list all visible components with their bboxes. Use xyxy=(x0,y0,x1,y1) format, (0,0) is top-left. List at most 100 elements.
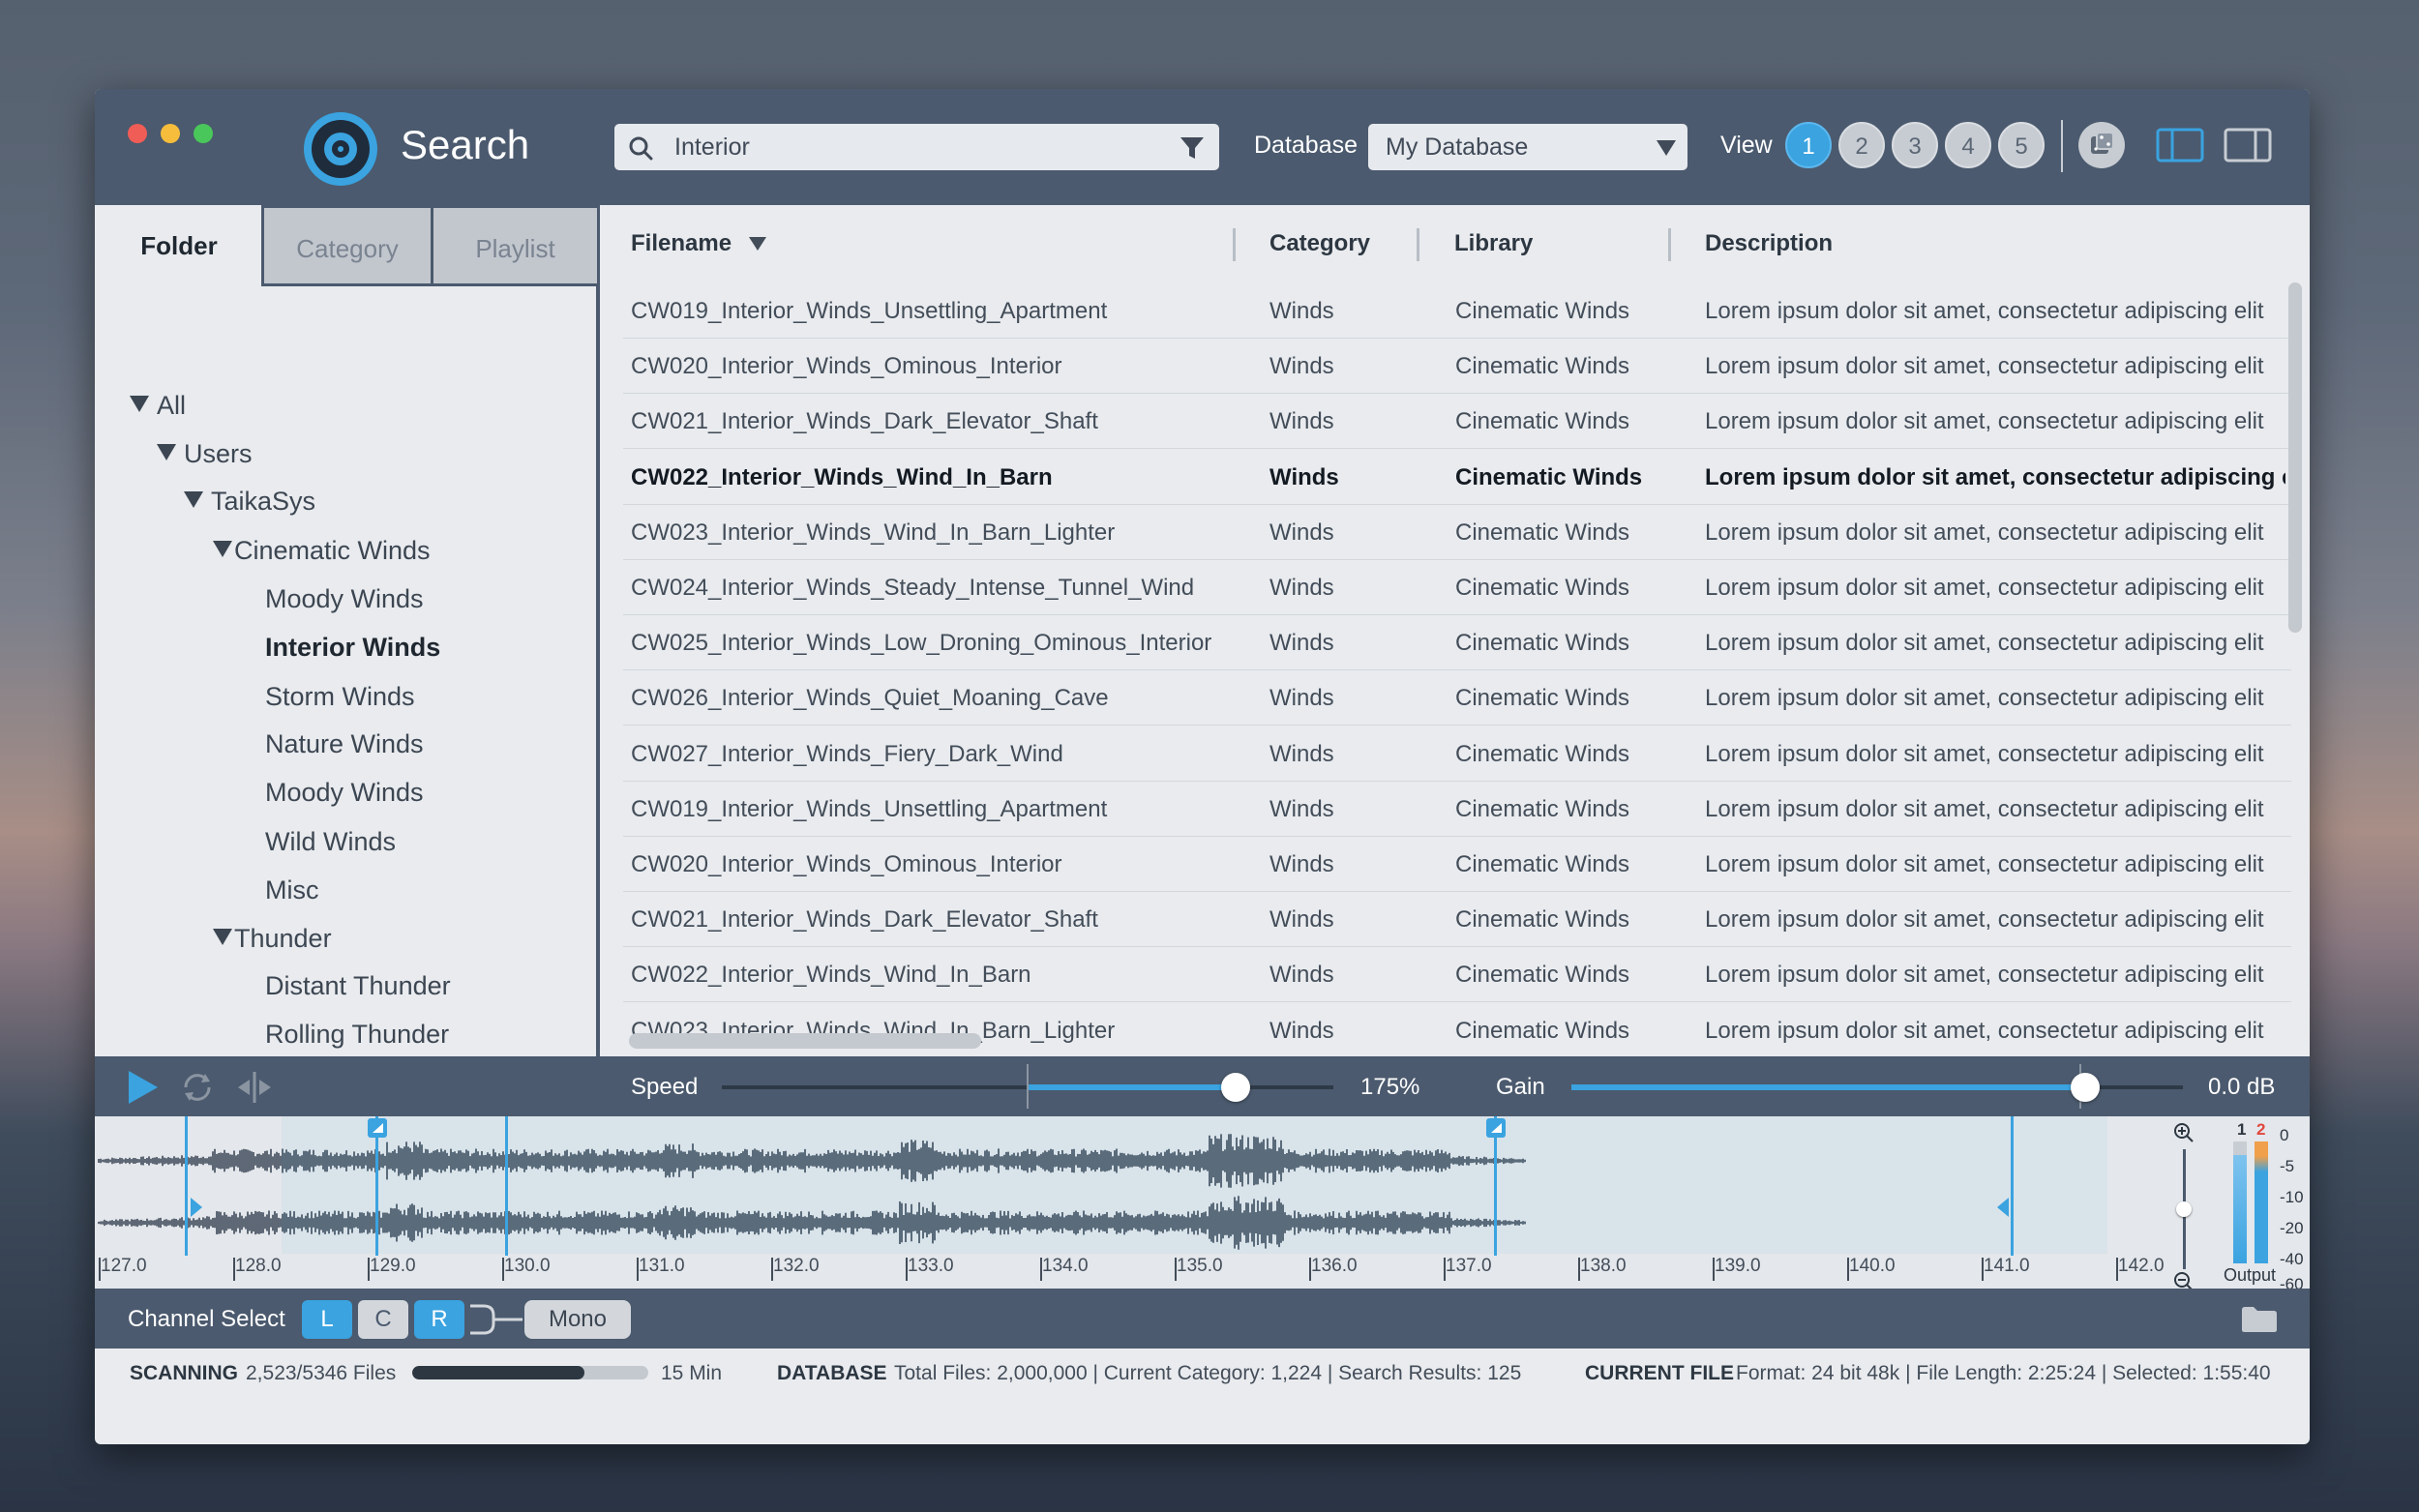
table-row[interactable]: CW021_Interior_Winds_Dark_Elevator_Shaft… xyxy=(623,393,2291,450)
zoom-window-button[interactable] xyxy=(194,124,213,143)
filename-cell: CW026_Interior_Winds_Quiet_Moaning_Cave xyxy=(631,685,1109,712)
selection-region[interactable] xyxy=(282,1116,2107,1254)
tree-item-storm-winds[interactable]: Storm Winds xyxy=(265,682,415,712)
tab-category[interactable]: Category xyxy=(261,205,433,286)
selection-start-handle-icon[interactable] xyxy=(191,1198,202,1217)
tree-item-moody-winds[interactable]: Moody Winds xyxy=(265,584,424,614)
view-button-2[interactable]: 2 xyxy=(1838,122,1885,168)
title-bar: Search Database My Database View 1 2 3 4… xyxy=(95,89,2310,205)
marker-flag-icon[interactable] xyxy=(1486,1118,1506,1138)
column-divider[interactable] xyxy=(1233,228,1236,261)
waveform-view[interactable]: 1 2 0 -5 -10 -20 -40 -60 Output 127.0 128… xyxy=(95,1116,2310,1293)
folder-icon[interactable] xyxy=(2241,1306,2278,1333)
tree-item-all[interactable]: All xyxy=(130,391,186,421)
mono-connector-icon xyxy=(470,1304,523,1335)
status-bar: SCANNING 2,523/5346 Files 15 Min DATABAS… xyxy=(95,1349,2310,1397)
tree-item-moody-winds-2[interactable]: Moody Winds xyxy=(265,778,424,808)
gain-slider-thumb[interactable] xyxy=(2070,1073,2100,1102)
vertical-scrollbar[interactable] xyxy=(2288,282,2302,633)
description-cell: Lorem ipsum dolor sit amet, consectetur … xyxy=(1705,463,2285,490)
horizontal-scrollbar[interactable] xyxy=(629,1033,981,1049)
tree-item-taikasys[interactable]: TaikaSys xyxy=(184,487,315,517)
table-row[interactable]: CW019_Interior_Winds_Unsettling_Apartmen… xyxy=(623,282,2291,339)
table-row[interactable]: CW023_Interior_Winds_Wind_In_Barn_Lighte… xyxy=(623,1002,2291,1058)
tree-item-misc[interactable]: Misc xyxy=(265,875,319,905)
tab-playlist[interactable]: Playlist xyxy=(431,205,600,286)
library-cell: Cinematic Winds xyxy=(1455,795,1630,822)
tree-item-distant-thunder[interactable]: Distant Thunder xyxy=(265,971,451,1001)
channel-right-button[interactable]: R xyxy=(414,1300,464,1339)
filter-icon[interactable] xyxy=(1179,134,1206,162)
play-icon[interactable] xyxy=(126,1068,161,1107)
table-row[interactable]: CW019_Interior_Winds_Unsettling_Apartmen… xyxy=(623,781,2291,837)
random-button[interactable] xyxy=(2078,122,2125,168)
layout-sidebar-left-icon[interactable] xyxy=(2156,128,2204,163)
gain-label: Gain xyxy=(1496,1074,1545,1100)
meter-scale-label: -20 xyxy=(2280,1219,2304,1237)
database-select[interactable]: My Database xyxy=(1368,124,1687,170)
view-button-1[interactable]: 1 xyxy=(1785,122,1832,168)
view-button-4[interactable]: 4 xyxy=(1945,122,1991,168)
expanded-triangle-icon[interactable] xyxy=(213,541,232,557)
zoom-in-icon[interactable] xyxy=(2173,1122,2195,1143)
selection-end-line[interactable] xyxy=(2011,1116,2014,1256)
table-row[interactable]: CW020_Interior_Winds_Ominous_Interior Win… xyxy=(623,836,2291,892)
ruler-label: 131.0 xyxy=(639,1256,685,1276)
expanded-triangle-icon[interactable] xyxy=(213,929,232,945)
library-cell: Cinematic Winds xyxy=(1455,906,1630,934)
tree-item-cinematic-winds[interactable]: Cinematic Winds xyxy=(213,536,431,566)
close-window-button[interactable] xyxy=(128,124,147,143)
table-row[interactable]: CW023_Interior_Winds_Wind_In_Barn_Lighte… xyxy=(623,504,2291,560)
mono-button[interactable]: Mono xyxy=(524,1300,631,1339)
column-header-library[interactable]: Library xyxy=(1454,230,1533,257)
tree-item-interior-winds[interactable]: Interior Winds xyxy=(265,633,440,663)
library-cell: Cinematic Winds xyxy=(1455,463,1643,490)
ruler-label: 141.0 xyxy=(1984,1256,2030,1276)
table-row[interactable]: CW022_Interior_Winds_Wind_In_Barn Winds Ci… xyxy=(623,449,2291,505)
table-row[interactable]: CW021_Interior_Winds_Dark_Elevator_Shaft… xyxy=(623,891,2291,948)
column-header-filename[interactable]: Filename xyxy=(631,230,767,257)
tree-item-users[interactable]: Users xyxy=(157,439,253,469)
selection-start-line[interactable] xyxy=(185,1116,188,1256)
tree-item-rolling-thunder[interactable]: Rolling Thunder xyxy=(265,1020,449,1050)
column-header-category[interactable]: Category xyxy=(1269,230,1370,257)
search-input[interactable] xyxy=(674,124,1158,170)
tab-folder[interactable]: Folder xyxy=(95,205,263,286)
sort-descending-icon[interactable] xyxy=(748,236,767,252)
column-divider[interactable] xyxy=(1417,228,1419,261)
channel-left-button[interactable]: L xyxy=(302,1300,352,1339)
category-cell: Winds xyxy=(1269,630,1334,657)
expanded-triangle-icon[interactable] xyxy=(184,491,203,508)
table-row[interactable]: CW025_Interior_Winds_Low_Droning_Ominous… xyxy=(623,614,2291,671)
meter-scale-label: -5 xyxy=(2280,1157,2295,1175)
table-row[interactable]: CW022_Interior_Winds_Wind_In_Barn Winds Ci… xyxy=(623,946,2291,1003)
table-row[interactable]: CW027_Interior_Winds_Fiery_Dark_Wind Wind… xyxy=(623,726,2291,782)
expanded-triangle-icon[interactable] xyxy=(130,396,149,412)
column-divider[interactable] xyxy=(1668,228,1671,261)
tree-item-thunder[interactable]: Thunder xyxy=(213,924,332,954)
table-row[interactable]: CW026_Interior_Winds_Quiet_Moaning_Cave W… xyxy=(623,669,2291,726)
loop-icon[interactable] xyxy=(178,1068,217,1107)
split-playhead-icon[interactable] xyxy=(234,1070,275,1105)
layout-sidebar-right-icon[interactable] xyxy=(2224,128,2272,163)
marker-flag-icon[interactable] xyxy=(368,1118,387,1138)
column-header-description[interactable]: Description xyxy=(1705,230,1833,257)
search-box[interactable] xyxy=(614,124,1219,170)
playhead-line[interactable] xyxy=(505,1116,508,1256)
table-row[interactable]: CW024_Interior_Winds_Steady_Intense_Tunn… xyxy=(623,559,2291,615)
category-cell: Winds xyxy=(1269,962,1334,989)
expanded-triangle-icon[interactable] xyxy=(157,444,176,460)
tree-item-nature-winds[interactable]: Nature Winds xyxy=(265,729,424,759)
description-cell: Lorem ipsum dolor sit amet, consectetur … xyxy=(1705,408,2264,435)
filename-cell: CW021_Interior_Winds_Dark_Elevator_Shaft xyxy=(631,906,1098,934)
zoom-slider-thumb[interactable] xyxy=(2176,1201,2192,1217)
category-cell: Winds xyxy=(1269,685,1334,712)
tree-item-wild-winds[interactable]: Wild Winds xyxy=(265,827,396,857)
channel-center-button[interactable]: C xyxy=(358,1300,408,1339)
view-button-5[interactable]: 5 xyxy=(1998,122,2045,168)
minimize-window-button[interactable] xyxy=(161,124,180,143)
view-button-3[interactable]: 3 xyxy=(1892,122,1938,168)
filename-cell: CW024_Interior_Winds_Steady_Intense_Tunn… xyxy=(631,575,1195,601)
table-row[interactable]: CW020_Interior_Winds_Ominous_Interior Win… xyxy=(623,338,2291,395)
speed-slider-thumb[interactable] xyxy=(1220,1073,1250,1102)
